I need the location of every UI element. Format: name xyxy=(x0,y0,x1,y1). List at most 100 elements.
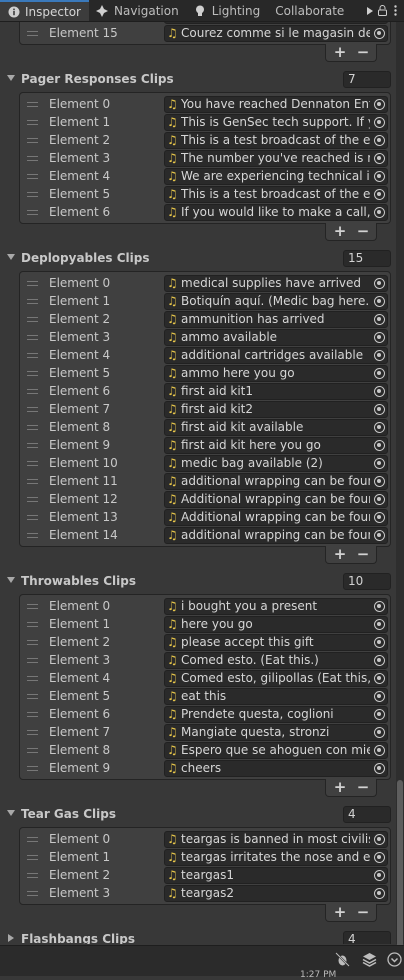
audio-clip-field[interactable]: ♫ medical supplies have arrived xyxy=(164,275,388,292)
audio-clip-field[interactable]: ♫teargas irritates the nose and eyes xyxy=(164,849,388,866)
audio-clip-field[interactable]: ♫If you would like to make a call, pleas… xyxy=(164,204,388,221)
tab-inspector[interactable]: Inspector xyxy=(0,0,89,21)
audio-clip-field[interactable]: ♫We are experiencing technical issues xyxy=(164,168,388,185)
drag-handle-icon[interactable] xyxy=(27,730,38,735)
drag-handle-icon[interactable] xyxy=(27,766,38,771)
drag-handle-icon[interactable] xyxy=(27,335,38,340)
object-picker-icon[interactable] xyxy=(374,476,385,487)
object-picker-icon[interactable] xyxy=(374,135,385,146)
add-element-button[interactable]: + xyxy=(329,223,351,240)
object-picker-icon[interactable] xyxy=(374,189,385,200)
audio-clip-field[interactable]: ♫ first aid kit1 xyxy=(164,383,388,400)
add-element-button[interactable]: + xyxy=(329,546,351,563)
tab-navigation[interactable]: Navigation xyxy=(89,0,187,21)
drag-handle-icon[interactable] xyxy=(27,712,38,717)
audio-clip-field[interactable]: ♫ This is GenSec tech support. If you xyxy=(164,114,388,131)
object-picker-icon[interactable] xyxy=(374,512,385,523)
object-picker-icon[interactable] xyxy=(374,314,385,325)
drag-handle-icon[interactable] xyxy=(27,371,38,376)
audio-clip-field[interactable]: ♫ Mangiate questa, stronzi xyxy=(164,724,388,741)
object-picker-icon[interactable] xyxy=(374,404,385,415)
drag-handle-icon[interactable] xyxy=(27,604,38,609)
drag-handle-icon[interactable] xyxy=(27,479,38,484)
object-picker-icon[interactable] xyxy=(374,530,385,541)
object-picker-icon[interactable] xyxy=(374,691,385,702)
audio-clip-field[interactable]: ♫ teargas1 xyxy=(164,867,388,884)
drag-handle-icon[interactable] xyxy=(27,748,38,753)
drag-handle-icon[interactable] xyxy=(27,425,38,430)
audio-clip-field[interactable]: ♫ Botiquín aquí. (Medic bag here.) xyxy=(164,293,388,310)
drag-handle-icon[interactable] xyxy=(27,837,38,842)
object-picker-icon[interactable] xyxy=(374,745,385,756)
drag-handle-icon[interactable] xyxy=(27,622,38,627)
foldout-collapsed-icon[interactable] xyxy=(8,934,14,942)
array-size-field[interactable]: 4 xyxy=(343,806,391,823)
tab-lighting[interactable]: Lighting xyxy=(187,0,269,21)
audio-clip-field[interactable]: ♫ teargas is banned in most civilised xyxy=(164,831,388,848)
audio-clip-field[interactable]: ♫ cheers xyxy=(164,760,388,777)
drag-handle-icon[interactable] xyxy=(27,676,38,681)
object-picker-icon[interactable] xyxy=(374,619,385,630)
debug-off-icon[interactable] xyxy=(334,952,350,968)
add-element-button[interactable]: + xyxy=(329,779,351,796)
audio-clip-field[interactable]: ♫ please accept this gift xyxy=(164,634,388,651)
array-size-field[interactable]: 4 xyxy=(343,931,391,944)
audio-clip-field[interactable]: ♫ first aid kit2 xyxy=(164,401,388,418)
drag-handle-icon[interactable] xyxy=(27,353,38,358)
chevron-circle-icon[interactable] xyxy=(386,952,402,968)
drag-handle-icon[interactable] xyxy=(27,461,38,466)
drag-handle-icon[interactable] xyxy=(27,210,38,215)
drag-handle-icon[interactable] xyxy=(27,891,38,896)
drag-handle-icon[interactable] xyxy=(27,443,38,448)
remove-element-button[interactable]: − xyxy=(352,44,374,61)
object-picker-icon[interactable] xyxy=(374,117,385,128)
object-picker-icon[interactable] xyxy=(374,870,385,881)
drag-handle-icon[interactable] xyxy=(27,120,38,125)
remove-element-button[interactable]: − xyxy=(352,223,374,240)
section-header[interactable]: Tear Gas Clips 4 xyxy=(0,806,396,824)
object-picker-icon[interactable] xyxy=(374,709,385,720)
drag-handle-icon[interactable] xyxy=(27,658,38,663)
object-picker-icon[interactable] xyxy=(374,763,385,774)
audio-clip-field[interactable]: ♫ eat this xyxy=(164,688,388,705)
drag-handle-icon[interactable] xyxy=(27,281,38,286)
object-picker-icon[interactable] xyxy=(374,834,385,845)
audio-clip-field[interactable]: ♫ Additional wrapping can be found xyxy=(164,509,388,526)
section-header[interactable]: Deplopyables Clips 15 xyxy=(0,250,396,268)
drag-handle-icon[interactable] xyxy=(27,138,38,143)
audio-clip-field[interactable]: ♫ additional wrapping can be found xyxy=(164,527,388,544)
object-picker-icon[interactable] xyxy=(374,278,385,289)
lock-icon[interactable] xyxy=(376,0,389,21)
object-picker-icon[interactable] xyxy=(374,296,385,307)
scrollbar-thumb[interactable] xyxy=(397,780,403,966)
object-picker-icon[interactable] xyxy=(374,727,385,738)
audio-clip-field[interactable]: ♫You have reached Dennaton Enterprises xyxy=(164,96,388,113)
audio-clip-field[interactable]: ♫ additional cartridges available xyxy=(164,347,388,364)
remove-element-button[interactable]: − xyxy=(352,904,374,921)
drag-handle-icon[interactable] xyxy=(27,533,38,538)
array-size-field[interactable]: 7 xyxy=(343,71,391,88)
drag-handle-icon[interactable] xyxy=(27,317,38,322)
object-picker-icon[interactable] xyxy=(374,422,385,433)
drag-handle-icon[interactable] xyxy=(27,407,38,412)
audio-clip-field[interactable]: ♫ medic bag available (2) xyxy=(164,455,388,472)
audio-clip-field[interactable]: ♫ teargas2 xyxy=(164,885,388,902)
audio-clip-field[interactable]: ♫ ammunition has arrived xyxy=(164,311,388,328)
object-picker-icon[interactable] xyxy=(374,888,385,899)
drag-handle-icon[interactable] xyxy=(27,855,38,860)
drag-handle-icon[interactable] xyxy=(27,389,38,394)
array-size-field[interactable]: 15 xyxy=(343,250,391,267)
object-picker-icon[interactable] xyxy=(374,28,385,39)
audio-clip-field[interactable]: ♫ first aid kit available xyxy=(164,419,388,436)
object-picker-icon[interactable] xyxy=(374,655,385,666)
layers-icon[interactable] xyxy=(361,952,377,968)
object-picker-icon[interactable] xyxy=(374,440,385,451)
audio-clip-field[interactable]: ♫allons-y (inspire) xyxy=(164,22,388,24)
foldout-expanded-icon[interactable] xyxy=(7,75,15,81)
audio-clip-field[interactable]: ♫ ammo available xyxy=(164,329,388,346)
section-header[interactable]: Flashbangs Clips 4 xyxy=(0,931,396,944)
audio-clip-field[interactable]: ♫ here you go xyxy=(164,616,388,633)
section-header[interactable]: Pager Responses Clips 7 xyxy=(0,71,396,89)
section-header[interactable]: Throwables Clips 10 xyxy=(0,573,396,591)
tab-collaborate[interactable]: Collaborate xyxy=(268,0,352,21)
